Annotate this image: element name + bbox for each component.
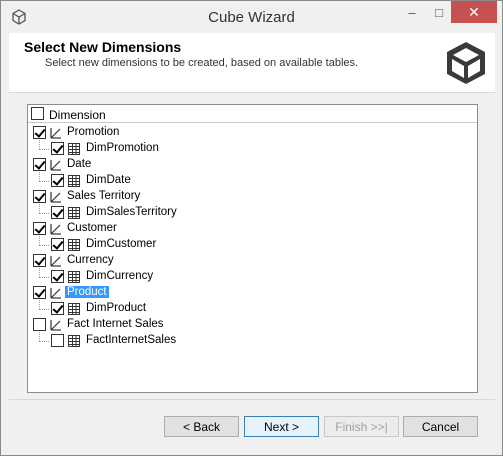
- table-label[interactable]: DimSalesTerritory: [86, 206, 177, 218]
- dimension-label[interactable]: Currency: [67, 254, 114, 266]
- table-icon: [68, 335, 80, 347]
- tree-dimension-row[interactable]: Promotion: [28, 125, 477, 141]
- footer-divider: [9, 399, 495, 400]
- tree-table-row[interactable]: DimProduct: [28, 301, 477, 317]
- finish-button[interactable]: Finish >>|: [324, 416, 399, 437]
- dimension-icon: [49, 254, 63, 268]
- table-checkbox[interactable]: [51, 334, 64, 347]
- table-label[interactable]: DimProduct: [86, 302, 146, 314]
- tree-table-row[interactable]: DimCustomer: [28, 237, 477, 253]
- table-label[interactable]: DimCurrency: [86, 270, 153, 282]
- back-button[interactable]: < Back: [164, 416, 239, 437]
- table-checkbox[interactable]: [51, 302, 64, 315]
- tree-table-row[interactable]: DimSalesTerritory: [28, 205, 477, 221]
- minimize-button[interactable]: –: [399, 1, 425, 23]
- table-icon: [68, 143, 80, 155]
- table-checkbox[interactable]: [51, 238, 64, 251]
- dimension-label[interactable]: Sales Territory: [67, 190, 140, 202]
- table-checkbox[interactable]: [51, 142, 64, 155]
- table-label[interactable]: FactInternetSales: [86, 334, 176, 346]
- tree-table-row[interactable]: DimCurrency: [28, 269, 477, 285]
- dimension-tree[interactable]: Dimension Promotion DimPromotion Date DimDa…: [27, 104, 478, 393]
- tree-dimension-row[interactable]: Customer: [28, 221, 477, 237]
- dimension-icon: [49, 158, 63, 172]
- wizard-header: Select New Dimensions Select new dimensi…: [9, 33, 495, 93]
- tree-dimension-row[interactable]: Product: [28, 285, 477, 301]
- tree-column-header: Dimension: [28, 105, 477, 123]
- dimension-icon: [49, 190, 63, 204]
- tree-dimension-row[interactable]: Date: [28, 157, 477, 173]
- table-checkbox[interactable]: [51, 206, 64, 219]
- dimension-label[interactable]: Fact Internet Sales: [67, 318, 164, 330]
- dimension-label[interactable]: Promotion: [67, 126, 119, 138]
- dimension-checkbox[interactable]: [33, 158, 46, 171]
- table-icon: [68, 207, 80, 219]
- dimension-checkbox[interactable]: [33, 126, 46, 139]
- tree-dimension-row[interactable]: Fact Internet Sales: [28, 317, 477, 333]
- page-subtitle: Select new dimensions to be created, bas…: [45, 57, 359, 69]
- table-icon: [68, 239, 80, 251]
- tree-table-row[interactable]: DimDate: [28, 173, 477, 189]
- title-bar: Cube Wizard – □ ✕: [1, 1, 502, 32]
- tree-dimension-row[interactable]: Sales Territory: [28, 189, 477, 205]
- next-button[interactable]: Next >: [244, 416, 319, 437]
- table-label[interactable]: DimPromotion: [86, 142, 159, 154]
- maximize-button[interactable]: □: [426, 1, 452, 23]
- dimension-label[interactable]: Product: [65, 286, 109, 298]
- cube-wizard-window: Cube Wizard – □ ✕ Select New Dimensions …: [0, 0, 503, 456]
- table-label[interactable]: DimDate: [86, 174, 131, 186]
- dimension-column-label: Dimension: [49, 108, 106, 122]
- dimension-checkbox[interactable]: [33, 254, 46, 267]
- tree-table-row[interactable]: FactInternetSales: [28, 333, 477, 349]
- table-label[interactable]: DimCustomer: [86, 238, 156, 250]
- dimension-icon: [49, 126, 63, 140]
- dimension-checkbox[interactable]: [33, 286, 46, 299]
- table-icon: [68, 175, 80, 187]
- dimension-checkbox[interactable]: [33, 190, 46, 203]
- close-button[interactable]: ✕: [451, 1, 497, 23]
- table-icon: [68, 303, 80, 315]
- tree-dimension-row[interactable]: Currency: [28, 253, 477, 269]
- select-all-checkbox[interactable]: [31, 107, 44, 120]
- page-title: Select New Dimensions: [24, 39, 182, 55]
- table-icon: [68, 271, 80, 283]
- table-checkbox[interactable]: [51, 270, 64, 283]
- cancel-button[interactable]: Cancel: [403, 416, 478, 437]
- tree-table-row[interactable]: DimPromotion: [28, 141, 477, 157]
- dimension-icon: [49, 222, 63, 236]
- dimension-checkbox[interactable]: [33, 318, 46, 331]
- dimension-label[interactable]: Date: [67, 158, 91, 170]
- dimension-checkbox[interactable]: [33, 222, 46, 235]
- dimension-icon: [49, 318, 63, 332]
- dimension-label[interactable]: Customer: [67, 222, 117, 234]
- dimension-icon: [49, 286, 63, 300]
- cube-logo-icon: [447, 42, 485, 84]
- table-checkbox[interactable]: [51, 174, 64, 187]
